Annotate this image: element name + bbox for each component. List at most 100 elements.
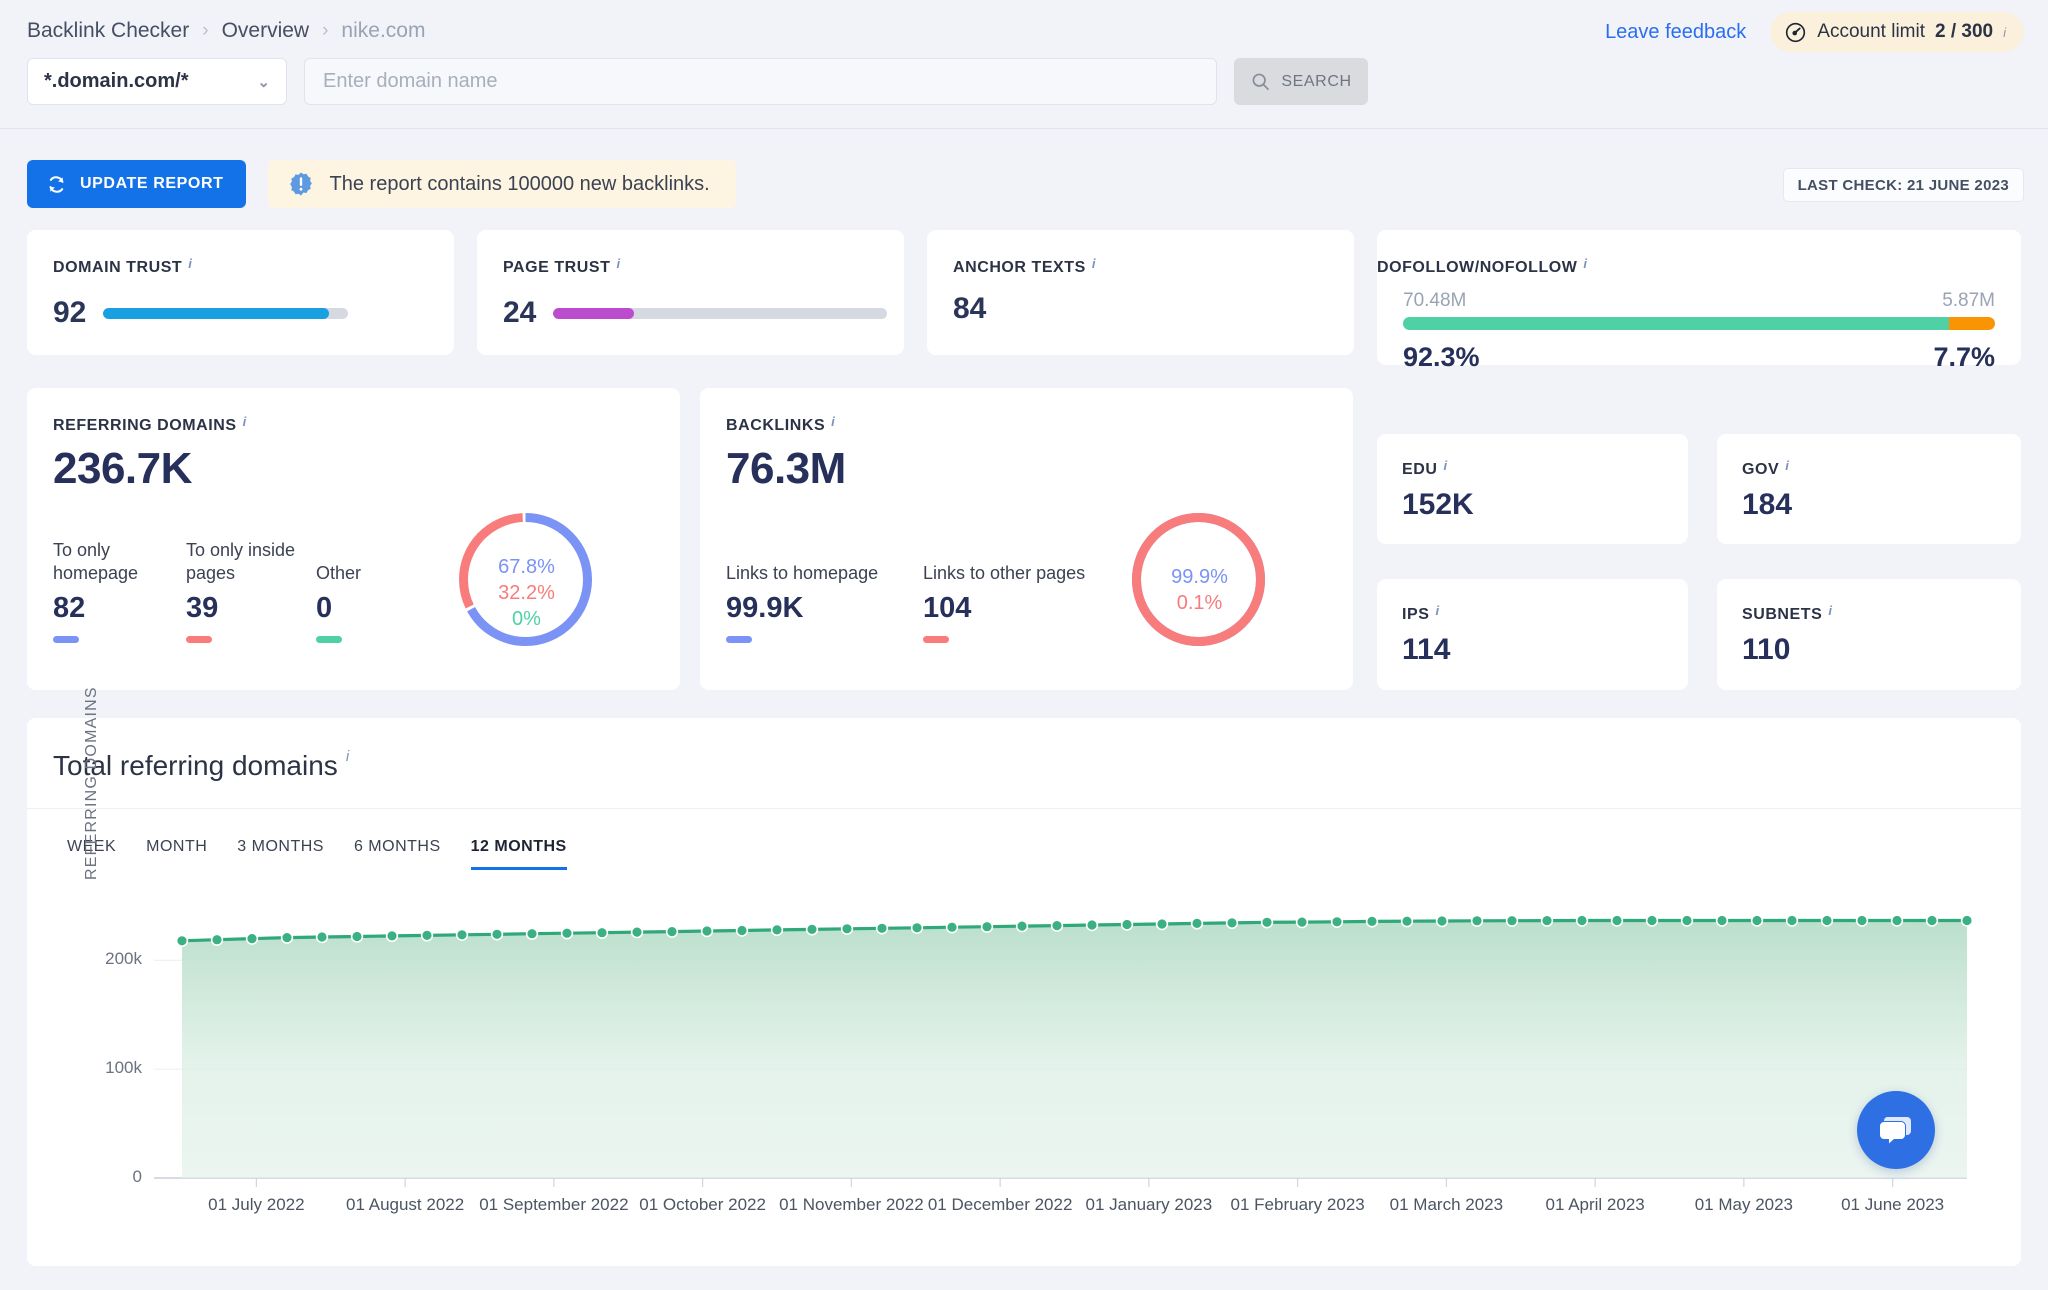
chart-data-point[interactable] <box>1715 914 1729 927</box>
chart-data-point[interactable] <box>1680 914 1694 927</box>
info-icon[interactable]: i <box>1435 603 1439 618</box>
search-button[interactable]: SEARCH <box>1234 58 1368 105</box>
nofollow-segment <box>1949 317 1995 330</box>
chart-data-point[interactable] <box>1225 916 1239 930</box>
chart-data-point[interactable] <box>945 920 959 934</box>
info-icon[interactable]: i <box>188 256 192 271</box>
account-limit-badge[interactable]: Account limit 2 / 300 i <box>1770 12 2024 52</box>
breadcrumb-item-0[interactable]: Backlink Checker <box>27 19 189 43</box>
chart-data-point[interactable] <box>910 921 924 934</box>
chart-data-point[interactable] <box>385 929 399 943</box>
info-icon[interactable]: i <box>1828 603 1832 618</box>
chart-data-point[interactable] <box>420 929 434 942</box>
breadcrumb-separator-icon: › <box>322 20 329 41</box>
chart-data-point[interactable] <box>1190 917 1204 930</box>
chart-data-point[interactable] <box>700 924 714 938</box>
chart-data-point[interactable] <box>1400 915 1414 928</box>
chart-data-point[interactable] <box>595 926 609 939</box>
breadcrumb-item-2[interactable]: nike.com <box>341 19 425 43</box>
timeframe-tab-6-months[interactable]: 6 MONTHS <box>354 838 441 870</box>
chart-data-point[interactable] <box>665 925 679 938</box>
chart-data-point[interactable] <box>350 930 364 943</box>
info-icon[interactable]: i <box>243 414 247 429</box>
search-input[interactable] <box>304 58 1217 105</box>
chart-data-point[interactable] <box>1050 919 1064 932</box>
chart-data-point[interactable] <box>1540 914 1554 927</box>
chart-data-point[interactable] <box>770 923 784 937</box>
chart-area-fill <box>182 920 1967 1178</box>
chart-data-point[interactable] <box>280 931 294 944</box>
chart-data-point[interactable] <box>840 922 854 935</box>
chart-data-point[interactable] <box>805 923 819 936</box>
stat-column: To only inside pages 39 <box>186 538 316 643</box>
chart-data-point[interactable] <box>735 924 749 937</box>
chart-data-point[interactable] <box>1575 914 1589 927</box>
chart-data-point[interactable] <box>560 926 574 940</box>
chart-data-point[interactable] <box>1925 914 1939 927</box>
info-icon[interactable]: i <box>1583 256 1587 271</box>
ips-value: 114 <box>1402 633 1451 666</box>
timeframe-tab-month[interactable]: MONTH <box>146 838 207 870</box>
gauge-icon <box>1786 22 1806 42</box>
chart-data-point[interactable] <box>1610 914 1624 927</box>
chart-data-point[interactable] <box>210 933 224 946</box>
info-icon[interactable]: i <box>1092 256 1096 271</box>
chart-data-point[interactable] <box>1820 914 1834 927</box>
stat-value: 82 <box>53 592 86 624</box>
chart-y-axis-title: REFERRING DOMAINS <box>83 686 100 880</box>
chart-data-point[interactable] <box>1330 915 1344 928</box>
stat-name: To only inside pages <box>186 540 296 583</box>
nofollow-count: 5.87M <box>1942 290 1995 311</box>
chart-data-point[interactable] <box>1015 919 1029 933</box>
info-icon[interactable]: i <box>1443 458 1447 473</box>
chart-x-tick-label: 01 November 2022 <box>779 1195 924 1214</box>
stat-name: Links to other pages <box>923 562 1086 583</box>
donut-slice-label: 99.9% <box>1171 566 1228 588</box>
chart-data-point[interactable] <box>315 930 329 944</box>
chart-data-point[interactable] <box>1785 914 1799 927</box>
donut-slice-label: 67.8% <box>498 556 555 578</box>
chart-data-point[interactable] <box>1855 914 1869 927</box>
backlinks-card: BACKLINKS i 76.3M Links to homepage 99.9K… <box>700 388 1353 690</box>
stat-name: Links to homepage <box>726 562 879 583</box>
chart-data-point[interactable] <box>1645 914 1659 927</box>
chart-data-point[interactable] <box>1365 915 1379 928</box>
chart-data-point[interactable] <box>245 932 259 945</box>
leave-feedback-link[interactable]: Leave feedback <box>1605 21 1746 44</box>
chart-data-point[interactable] <box>1890 914 1904 927</box>
backlinks-label: BACKLINKS i <box>726 414 836 434</box>
stat-color-swatch <box>186 636 212 643</box>
chart-data-point[interactable] <box>1470 914 1484 927</box>
total-referring-domains-panel: Total referring domains i WEEK MONTH 3 MON… <box>27 686 2021 1266</box>
breadcrumb-item-1[interactable]: Overview <box>222 19 310 43</box>
chart-data-point[interactable] <box>1505 914 1519 927</box>
chart-data-point[interactable] <box>630 925 644 939</box>
update-report-button[interactable]: UPDATE REPORT <box>27 160 246 208</box>
chart-data-point[interactable] <box>980 920 994 933</box>
ips-label: IPS i <box>1402 603 1440 623</box>
chart-data-point[interactable] <box>1295 915 1309 929</box>
chart-data-point[interactable] <box>1960 914 1974 927</box>
chart-data-point[interactable] <box>1085 918 1099 932</box>
info-icon[interactable]: i <box>1785 458 1789 473</box>
chart-data-point[interactable] <box>490 928 504 941</box>
chart-data-point[interactable] <box>1750 914 1764 927</box>
chart-data-point[interactable] <box>455 928 469 941</box>
chart-data-point[interactable] <box>175 934 189 947</box>
info-icon[interactable]: i <box>616 256 620 271</box>
info-icon[interactable]: i <box>831 414 835 429</box>
chart-data-point[interactable] <box>1120 918 1134 931</box>
last-check-badge: LAST CHECK: 21 JUNE 2023 <box>1782 168 2024 202</box>
info-icon[interactable]: i <box>2003 25 2006 40</box>
info-icon[interactable]: i <box>346 748 349 765</box>
chart-data-point[interactable] <box>1260 916 1274 929</box>
chat-button[interactable] <box>1857 1091 1935 1169</box>
chart-data-point[interactable] <box>875 922 889 935</box>
chart-data-point[interactable] <box>525 927 539 940</box>
domain-mode-select[interactable]: *.domain.com/* ⌄ <box>27 58 287 105</box>
chart-data-point[interactable] <box>1155 917 1169 931</box>
chart-data-point[interactable] <box>1435 914 1449 928</box>
timeframe-tab-3-months[interactable]: 3 MONTHS <box>237 838 324 870</box>
timeframe-tab-12-months[interactable]: 12 MONTHS <box>470 838 567 870</box>
refresh-icon <box>49 175 64 193</box>
